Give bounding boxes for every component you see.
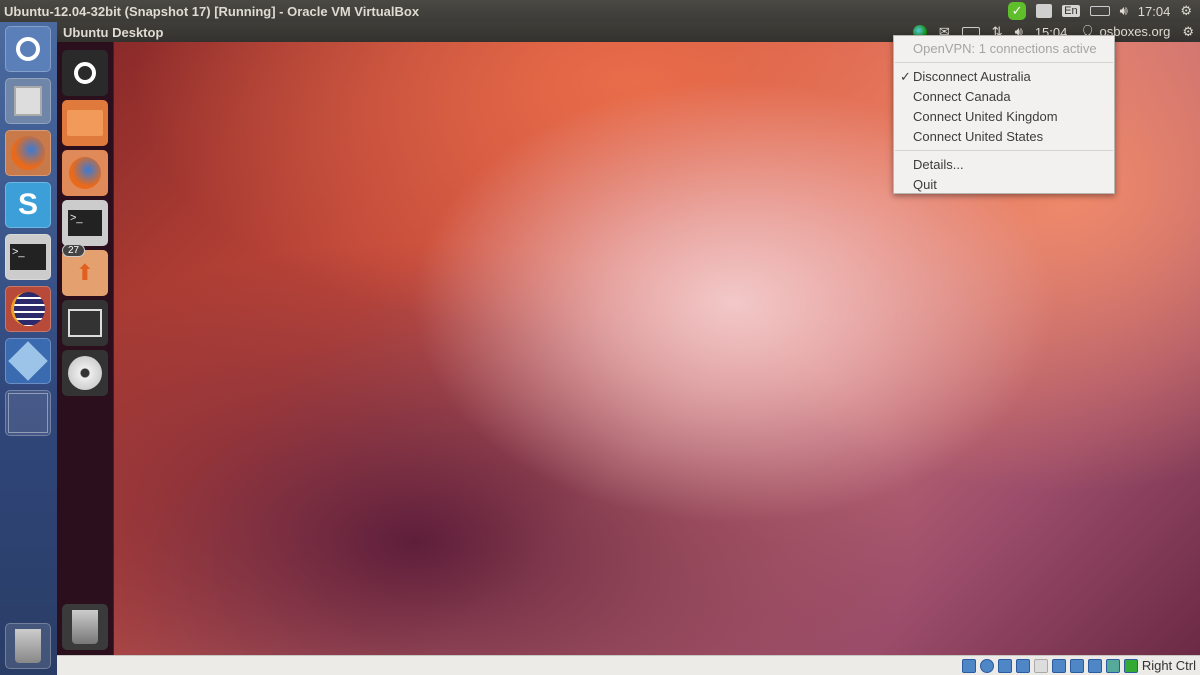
guest-launcher-terminal[interactable]: >_ — [62, 200, 108, 246]
ubuntu-logo-icon — [16, 37, 40, 61]
guest-launcher-dash-home[interactable] — [62, 50, 108, 96]
menu-separator — [895, 62, 1113, 63]
menu-item-connect-us[interactable]: Connect United States — [894, 127, 1114, 147]
guest-launcher-home-folder[interactable] — [62, 100, 108, 146]
update-arrow-icon: ⬆ — [75, 260, 95, 285]
battery-icon[interactable] — [1089, 6, 1110, 16]
host-launcher-trash[interactable] — [5, 623, 51, 669]
vbox-status-bar: Right Ctrl — [57, 655, 1200, 675]
trash-icon — [72, 610, 98, 644]
optical-drive-icon[interactable] — [979, 658, 994, 673]
vbox-tray-icon[interactable] — [1036, 4, 1053, 18]
shared-folders-icon[interactable] — [1033, 658, 1048, 673]
guest-launcher-disc[interactable] — [62, 350, 108, 396]
menu-item-label: Connect United States — [913, 129, 1044, 144]
volume-icon[interactable]: 🔊︎ — [1120, 3, 1128, 19]
network-adapters-icon[interactable] — [997, 658, 1012, 673]
update-count-badge: 27 — [62, 244, 86, 257]
mouse-integration-icon[interactable] — [1105, 658, 1120, 673]
host-launcher-skype[interactable]: S — [5, 182, 51, 228]
menu-item-connect-uk[interactable]: Connect United Kingdom — [894, 107, 1114, 127]
menu-item-disconnect-australia[interactable]: ✓ Disconnect Australia — [894, 67, 1114, 87]
eclipse-icon — [11, 292, 45, 326]
host-launcher-eclipse[interactable] — [5, 286, 51, 332]
guest-launcher-trash[interactable] — [62, 604, 108, 650]
skype-icon: S — [17, 188, 38, 221]
power-gear-icon[interactable]: ⚙ — [1182, 24, 1194, 40]
menu-item-label: Connect Canada — [913, 89, 1011, 104]
vt-x-icon[interactable] — [1087, 658, 1102, 673]
file-cabinet-icon — [14, 86, 42, 116]
host-launcher: S >_ — [0, 22, 57, 675]
menu-item-label: Disconnect Australia — [913, 69, 1031, 84]
terminal-icon: >_ — [68, 210, 102, 236]
keyboard-layout-indicator[interactable]: En — [1062, 5, 1080, 17]
trash-icon — [15, 629, 41, 663]
menu-item-quit[interactable]: Quit — [894, 175, 1114, 195]
host-title-bar: Ubuntu-12.04-32bit (Snapshot 17) [Runnin… — [0, 0, 1200, 22]
power-gear-icon[interactable]: ⚙ — [1180, 3, 1192, 19]
disc-icon — [68, 356, 102, 390]
host-launcher-dash-home[interactable] — [5, 26, 51, 72]
openvpn-menu: OpenVPN: 1 connections active ✓ Disconnec… — [893, 35, 1115, 194]
workspace-grid-icon — [8, 393, 48, 433]
guest-launcher-update-manager[interactable]: 27 ⬆ — [62, 244, 108, 296]
host-tray: ✓ En 🔊︎ 17:04 ⚙ — [1008, 2, 1200, 20]
video-capture-icon[interactable] — [1069, 658, 1084, 673]
terminal-icon: >_ — [10, 244, 46, 270]
usb-icon[interactable] — [1015, 658, 1030, 673]
checkmark-icon: ✓ — [900, 69, 911, 84]
guest-launcher-workspace-switcher[interactable] — [62, 300, 108, 346]
menu-separator — [895, 150, 1113, 151]
folder-icon — [67, 110, 103, 136]
guest-panel-title: Ubuntu Desktop — [63, 24, 164, 40]
window-title: Ubuntu-12.04-32bit (Snapshot 17) [Runnin… — [4, 3, 420, 19]
host-launcher-virtualbox[interactable] — [5, 338, 51, 384]
host-launcher-workspace-switcher[interactable] — [5, 390, 51, 436]
menu-item-details[interactable]: Details... — [894, 155, 1114, 175]
firefox-icon — [69, 157, 101, 189]
firefox-icon — [11, 136, 45, 170]
guest-launcher: >_ 27 ⬆ — [57, 42, 114, 655]
host-launcher-terminal[interactable]: >_ — [5, 234, 51, 280]
workspace-grid-icon — [68, 309, 102, 337]
menu-item-label: Connect United Kingdom — [913, 109, 1058, 124]
host-key-label: Right Ctrl — [1141, 658, 1196, 673]
menu-item-connect-canada[interactable]: Connect Canada — [894, 87, 1114, 107]
host-clock[interactable]: 17:04 — [1138, 4, 1171, 19]
vpn-status-header: OpenVPN: 1 connections active — [913, 41, 1097, 56]
keyboard-capture-icon[interactable] — [1123, 658, 1138, 673]
display-icon[interactable] — [1051, 658, 1066, 673]
ubuntu-logo-icon — [74, 62, 96, 84]
host-launcher-firefox[interactable] — [5, 130, 51, 176]
skype-status-icon[interactable]: ✓ — [1008, 2, 1027, 20]
guest-launcher-firefox[interactable] — [62, 150, 108, 196]
virtualbox-icon — [8, 341, 48, 381]
hard-disk-icon[interactable] — [961, 658, 976, 673]
host-launcher-files[interactable] — [5, 78, 51, 124]
